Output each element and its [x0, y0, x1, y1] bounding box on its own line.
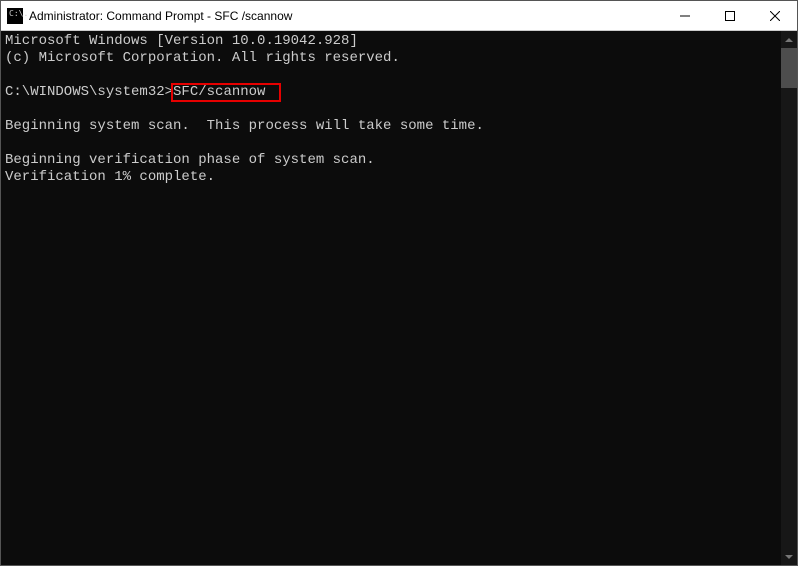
output-line: Beginning system scan. This process will… [5, 118, 484, 134]
prompt-command: SFC/scannow [173, 84, 265, 100]
output-line: Verification 1% complete. [5, 169, 215, 185]
vertical-scrollbar[interactable] [781, 31, 797, 565]
output-line: Microsoft Windows [Version 10.0.19042.92… [5, 33, 358, 49]
prompt-prefix: C:\WINDOWS\system32> [5, 84, 173, 100]
maximize-button[interactable] [707, 1, 752, 31]
minimize-button[interactable] [662, 1, 707, 31]
close-icon [770, 11, 780, 21]
output-line: Beginning verification phase of system s… [5, 152, 375, 168]
close-button[interactable] [752, 1, 797, 31]
scroll-up-arrow-icon[interactable] [781, 31, 797, 48]
output-line: (c) Microsoft Corporation. All rights re… [5, 50, 400, 66]
console-output[interactable]: Microsoft Windows [Version 10.0.19042.92… [1, 31, 781, 565]
scroll-thumb[interactable] [781, 48, 797, 88]
titlebar: C:\. Administrator: Command Prompt - SFC… [1, 1, 797, 31]
scroll-down-arrow-icon[interactable] [781, 548, 797, 565]
minimize-icon [680, 11, 690, 21]
cmd-app-icon: C:\. [7, 8, 23, 24]
console-area: Microsoft Windows [Version 10.0.19042.92… [1, 31, 797, 565]
maximize-icon [725, 11, 735, 21]
window-title: Administrator: Command Prompt - SFC /sca… [29, 9, 662, 23]
window-controls [662, 1, 797, 31]
cmd-icon-glyph: C:\. [9, 10, 28, 18]
